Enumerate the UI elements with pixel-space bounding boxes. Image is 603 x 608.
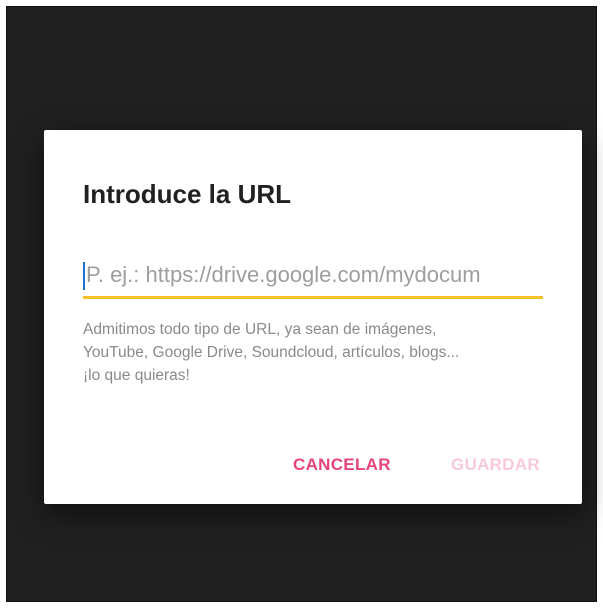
url-input-placeholder: P. ej.: https://drive.google.com/mydocum: [86, 262, 481, 287]
url-input[interactable]: P. ej.: https://drive.google.com/mydocum: [83, 260, 543, 299]
helper-line: Admitimos todo tipo de URL, ya sean de i…: [83, 321, 437, 338]
screen-backdrop: Introduce la URL P. ej.: https://drive.g…: [6, 6, 597, 602]
helper-line: ¡lo que quieras!: [83, 367, 190, 384]
save-button[interactable]: GUARDAR: [451, 455, 540, 475]
text-cursor: [83, 262, 85, 290]
url-dialog: Introduce la URL P. ej.: https://drive.g…: [44, 130, 582, 504]
cancel-button[interactable]: CANCELAR: [293, 455, 391, 475]
helper-text: Admitimos todo tipo de URL, ya sean de i…: [83, 318, 553, 387]
dialog-title: Introduce la URL: [83, 179, 292, 209]
helper-line: YouTube, Google Drive, Soundcloud, artíc…: [83, 344, 460, 361]
